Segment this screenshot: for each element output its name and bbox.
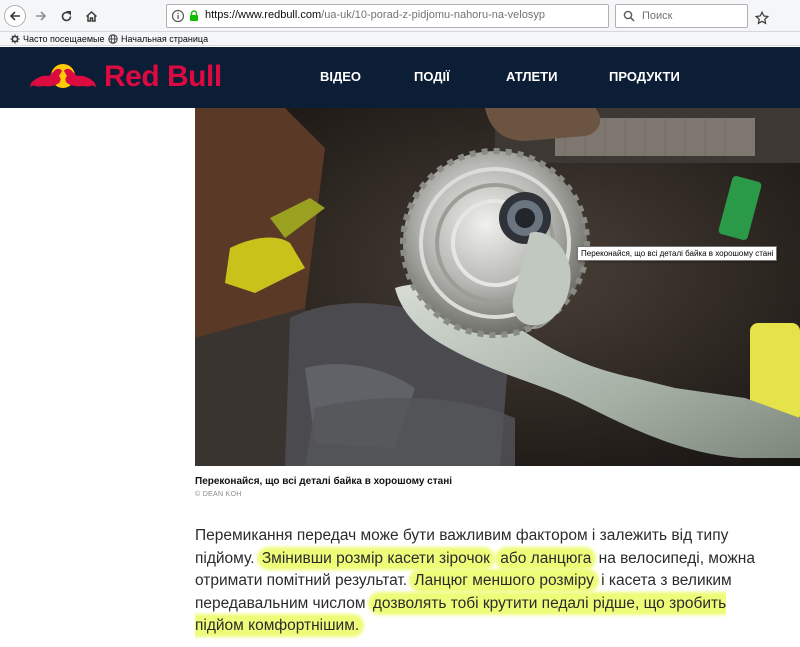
highlighted-text: Змінивши розмір касети зірочок <box>258 548 493 568</box>
url-text[interactable]: https://www.redbull.com/ua-uk/10-porad-z… <box>205 9 545 21</box>
browser-toolbar: https://www.redbull.com/ua-uk/10-porad-z… <box>0 0 800 32</box>
forward-button[interactable] <box>30 5 52 27</box>
bookmark-label: Начальная страница <box>121 34 209 44</box>
reload-icon <box>61 10 71 21</box>
image-caption: Переконайся, що всі деталі байка в хорош… <box>195 476 453 487</box>
home-icon <box>85 10 97 22</box>
arrow-left-icon <box>9 11 20 21</box>
bookmark-most-visited[interactable]: Часто посещаемые <box>10 32 105 46</box>
url-bar[interactable]: https://www.redbull.com/ua-uk/10-porad-z… <box>166 4 769 28</box>
image-credit: © DEAN KOH <box>195 491 242 498</box>
url-path: /ua-uk/10-porad-z-pidjomu-nahoru-na-velo… <box>321 9 545 21</box>
image-tooltip: Переконайся, що всі деталі байка в хорош… <box>577 246 778 261</box>
highlighted-text: Ланцюг меншого розміру <box>411 571 597 590</box>
bookmark-label: Часто посещаемые <box>23 34 105 44</box>
star-icon[interactable] <box>755 11 769 25</box>
article-paragraph: Перемикання передач може бути важливим ф… <box>195 525 755 638</box>
search-placeholder: Поиск <box>642 10 673 22</box>
back-button[interactable] <box>4 5 26 27</box>
search-bar[interactable]: Поиск <box>615 4 748 28</box>
nav-athletes[interactable]: АТЛЕТИ <box>506 69 557 85</box>
bookmarks-toolbar: Часто посещаемые Начальная страница <box>0 32 800 46</box>
bookmark-start-page[interactable]: Начальная страница <box>108 32 208 46</box>
red-bull-logo-icon[interactable] <box>29 59 97 95</box>
highlighted-text: або ланцюга <box>497 548 595 568</box>
red-bull-logo-text[interactable]: Red Bull <box>104 59 222 95</box>
site-header: Red Bull ВІДЕО ПОДІЇ АТЛЕТИ ПРОДУКТИ <box>0 47 800 108</box>
gear-icon <box>10 34 20 44</box>
cassette-photo <box>195 108 800 466</box>
home-button[interactable] <box>80 5 102 27</box>
article-hero-image <box>195 108 800 466</box>
globe-icon <box>108 34 118 44</box>
nav-products[interactable]: ПРОДУКТИ <box>609 69 680 85</box>
arrow-right-icon <box>36 11 47 21</box>
reload-button[interactable] <box>55 5 77 27</box>
lock-icon[interactable] <box>187 9 201 23</box>
search-icon <box>623 10 635 22</box>
info-icon[interactable] <box>171 9 185 23</box>
nav-video[interactable]: ВІДЕО <box>320 69 361 85</box>
url-domain: https://www.redbull.com <box>205 9 322 21</box>
nav-events[interactable]: ПОДІЇ <box>414 69 450 85</box>
